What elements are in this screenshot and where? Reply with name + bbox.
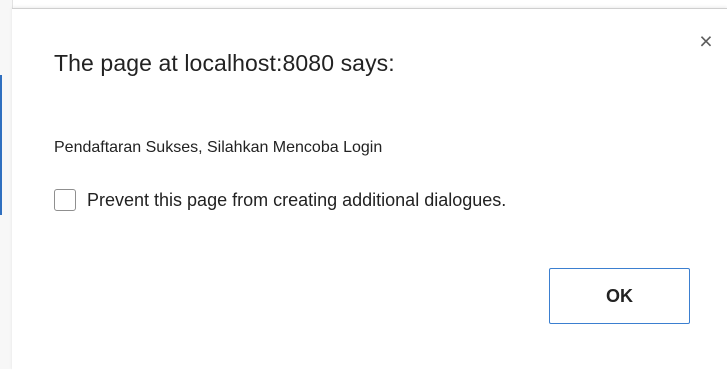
alert-dialog: The page at localhost:8080 says: × Penda… (12, 8, 727, 370)
dialog-title: The page at localhost:8080 says: (54, 50, 395, 76)
prevent-dialogs-row[interactable]: Prevent this page from creating addition… (54, 188, 506, 212)
ok-button[interactable]: OK (549, 268, 690, 324)
close-icon[interactable]: × (696, 30, 716, 53)
prevent-dialogs-checkbox[interactable] (54, 189, 76, 211)
dialog-message: Pendaftaran Sukses, Silahkan Mencoba Log… (54, 139, 383, 156)
background-accent-bar (0, 75, 2, 215)
prevent-dialogs-label[interactable]: Prevent this page from creating addition… (87, 190, 506, 211)
